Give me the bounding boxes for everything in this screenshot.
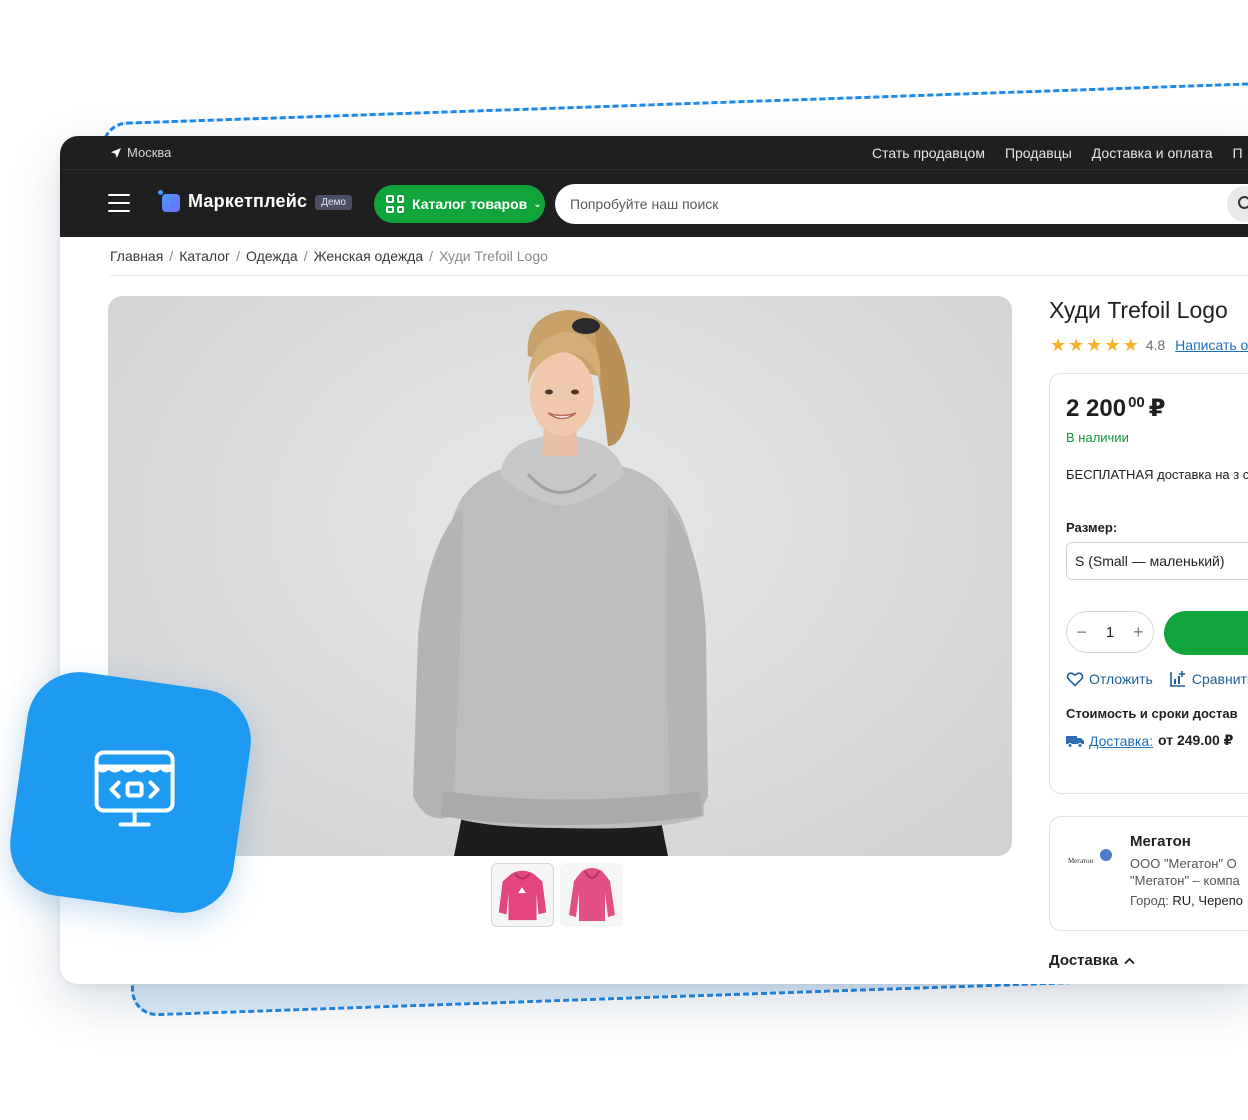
- shipping-link[interactable]: Доставка:: [1089, 733, 1153, 749]
- price-currency: ₽: [1148, 395, 1166, 422]
- storefront-code-icon: [94, 750, 175, 827]
- search-bar: [555, 184, 1248, 224]
- catalog-grid-icon: [386, 195, 404, 213]
- breadcrumb-separator: /: [236, 248, 240, 264]
- rating-score: 4.8: [1145, 337, 1166, 353]
- catalog-button[interactable]: Каталог товаров ⌄: [374, 185, 545, 223]
- menu-icon[interactable]: [108, 194, 130, 212]
- demo-badge: Демо: [315, 195, 352, 210]
- shipping-price: от 249.00 ₽: [1158, 732, 1234, 748]
- free-delivery-note: БЕСПЛАТНАЯ доставка на з суток.: [1066, 467, 1248, 482]
- link-become-seller[interactable]: Стать продавцом: [872, 145, 985, 161]
- compare-button[interactable]: Сравнить: [1169, 670, 1248, 688]
- product-price: 2 200 00 ₽: [1066, 394, 1165, 423]
- seller-city: Город: RU, Черепо: [1130, 893, 1243, 908]
- stock-status: В наличии: [1066, 430, 1129, 445]
- price-main: 2 200: [1066, 395, 1127, 422]
- site-header: Маркетплейс Демо Каталог товаров ⌄: [60, 169, 1248, 237]
- link-sellers[interactable]: Продавцы: [1005, 145, 1072, 161]
- product-actions: Отложить Сравнить: [1066, 670, 1248, 688]
- increment-button[interactable]: +: [1133, 622, 1144, 643]
- catalog-label: Каталог товаров: [412, 196, 528, 212]
- logo-mark-icon: [158, 190, 180, 212]
- write-review-link[interactable]: Написать о: [1175, 337, 1248, 353]
- add-to-cart-button[interactable]: [1164, 611, 1248, 655]
- seller-name[interactable]: Мегатон: [1130, 833, 1191, 850]
- quantity-stepper: − 1 +: [1066, 611, 1154, 653]
- star-icon: ★: [1086, 335, 1103, 355]
- divider: [110, 275, 1248, 276]
- compare-label: Сравнить: [1191, 671, 1248, 687]
- chevron-up-icon: [1124, 957, 1135, 964]
- product-rating: ★ ★ ★ ★ ★ 4.8 Написать о: [1050, 336, 1248, 354]
- buy-card: 2 200 00 ₽ В наличии БЕСПЛАТНАЯ доставка н…: [1049, 373, 1248, 794]
- breadcrumb-womens[interactable]: Женская одежда: [314, 248, 424, 264]
- star-icon: ★: [1104, 335, 1121, 355]
- search-input[interactable]: [570, 196, 1170, 212]
- seller-city-label: Город:: [1130, 893, 1169, 908]
- shipping-title: Стоимость и сроки достав: [1066, 706, 1238, 721]
- hoodie-thumbnail: [498, 870, 547, 921]
- compare-icon: [1170, 671, 1185, 687]
- heart-icon: [1066, 672, 1084, 687]
- product-title: Худи Trefoil Logo: [1049, 297, 1228, 323]
- star-icon: ★: [1068, 335, 1085, 355]
- search-icon: [1238, 196, 1248, 209]
- seller-logo: Мегатон: [1068, 849, 1114, 873]
- breadcrumb-clothing[interactable]: Одежда: [246, 248, 298, 264]
- seller-description: ООО "Мегатон" О "Мегатон" – компа: [1130, 856, 1240, 888]
- size-label: Размер:: [1066, 520, 1118, 535]
- delivery-section-label: Доставка: [1049, 952, 1118, 969]
- quantity-value[interactable]: 1: [1106, 624, 1114, 641]
- star-icon: ★: [1122, 335, 1139, 355]
- seller-logo-figure-icon: [1100, 849, 1112, 861]
- breadcrumb-separator: /: [429, 248, 434, 264]
- breadcrumb-current: Худи Trefoil Logo: [439, 248, 548, 264]
- city-selector[interactable]: Москва: [110, 145, 171, 160]
- star-icon: ★: [1050, 335, 1067, 355]
- thumbnail[interactable]: [560, 863, 623, 927]
- seller-card[interactable]: Мегатон Мегатон ООО "Мегатон" О "Мегатон…: [1049, 816, 1248, 931]
- top-strip: Москва Стать продавцом Продавцы Доставка…: [60, 136, 1248, 169]
- thumbnail-strip: [491, 863, 623, 927]
- seller-city-value: RU, Черепо: [1172, 893, 1244, 908]
- city-label: Москва: [127, 145, 172, 160]
- breadcrumb-catalog[interactable]: Каталог: [179, 248, 230, 264]
- browser-window: Москва Стать продавцом Продавцы Доставка…: [60, 136, 1248, 984]
- breadcrumb: Главная / Каталог / Одежда / Женская одежда…: [110, 248, 548, 264]
- breadcrumb-home[interactable]: Главная: [110, 248, 163, 264]
- search-button[interactable]: [1227, 186, 1248, 222]
- defer-label: Отложить: [1089, 671, 1153, 687]
- logo-text: Маркетплейс: [188, 190, 308, 211]
- link-delivery-payment[interactable]: Доставка и оплата: [1092, 145, 1213, 161]
- site-logo[interactable]: Маркетплейс Демо: [158, 190, 352, 212]
- price-cents: 00: [1128, 394, 1145, 411]
- delivery-section-toggle[interactable]: Доставка: [1049, 952, 1135, 969]
- top-links: Стать продавцом Продавцы Доставка и опла…: [872, 145, 1243, 161]
- seller-logo-text: Мегатон: [1068, 857, 1094, 865]
- storefront-app-badge: [3, 665, 258, 920]
- shipping-row: Доставка: от 249.00 ₽: [1066, 732, 1233, 749]
- breadcrumb-separator: /: [303, 248, 308, 264]
- decrement-button[interactable]: −: [1076, 622, 1087, 643]
- breadcrumb-separator: /: [169, 248, 174, 264]
- hoodie-thumbnail: [569, 868, 615, 921]
- truck-icon: [1066, 735, 1084, 748]
- location-arrow-icon: [111, 147, 121, 158]
- link-more[interactable]: П: [1233, 145, 1243, 161]
- defer-button[interactable]: Отложить: [1066, 670, 1153, 688]
- chevron-down-icon: ⌄: [533, 198, 542, 210]
- thumbnail[interactable]: [491, 863, 554, 927]
- size-select[interactable]: S (Small — маленький): [1066, 542, 1248, 580]
